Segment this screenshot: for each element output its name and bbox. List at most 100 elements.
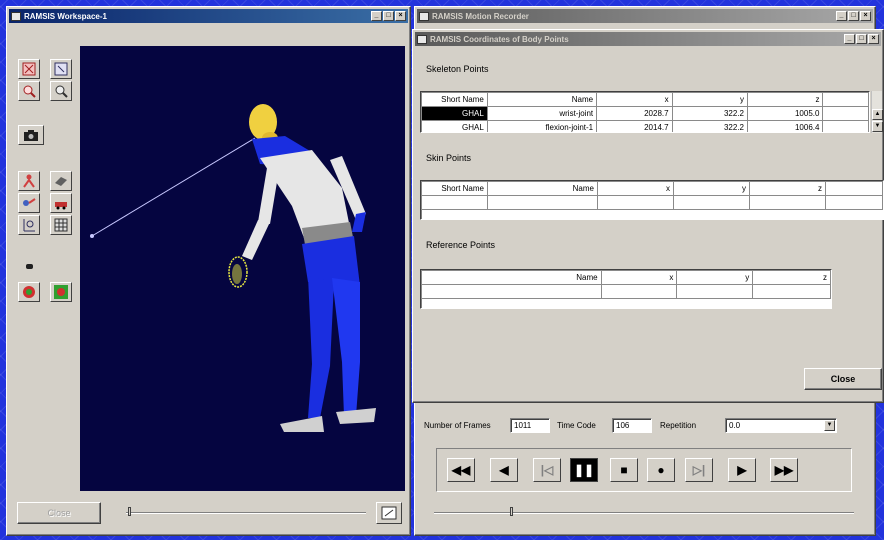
workspace-close-button[interactable]: Close	[17, 502, 101, 524]
motion-recorder-titlebar[interactable]: RAMSIS Motion Recorder _ □ ×	[417, 9, 873, 23]
workspace-slider-track[interactable]	[126, 512, 366, 514]
scroll-up-button[interactable]: ▲	[872, 109, 883, 120]
workspace-slider-thumb[interactable]	[128, 507, 131, 516]
sphere-color-icon	[23, 286, 35, 298]
stop-button[interactable]: ■	[610, 458, 638, 482]
fast-forward-button[interactable]: ▶▶	[770, 458, 798, 482]
workspace-title: RAMSIS Workspace-1	[24, 11, 107, 21]
frames-field[interactable]: 1011	[510, 418, 550, 433]
color-green-button[interactable]	[50, 282, 72, 302]
object-button[interactable]	[50, 171, 72, 191]
maximize-button[interactable]: □	[383, 11, 394, 21]
posture-button[interactable]	[18, 193, 40, 213]
minimize-button[interactable]: _	[836, 11, 847, 21]
zoom-window-button[interactable]	[50, 59, 72, 79]
column-header[interactable]: z	[749, 181, 826, 196]
minimize-button[interactable]: _	[371, 11, 382, 21]
table-cell[interactable]	[597, 195, 674, 210]
table-cell[interactable]	[421, 195, 488, 210]
table-cell[interactable]: 322.2	[671, 120, 748, 132]
table-cell[interactable]: flexion-joint-1	[486, 120, 598, 132]
skip-end-button[interactable]: ▷|	[685, 458, 713, 482]
close-window-button[interactable]: ×	[860, 11, 871, 21]
column-header[interactable]: Short Name	[421, 92, 488, 107]
column-header[interactable]: z	[752, 270, 831, 285]
column-header[interactable]: y	[673, 181, 750, 196]
column-header[interactable]: Short Name	[421, 181, 488, 196]
zoom-out-button[interactable]	[50, 81, 72, 101]
skin-points-table[interactable]: Short Name Name x y z	[420, 180, 884, 220]
column-header[interactable]: y	[671, 92, 748, 107]
table-row[interactable]	[421, 195, 883, 210]
step-back-button[interactable]: ◀	[490, 458, 518, 482]
table-cell[interactable]	[673, 195, 750, 210]
table-cell[interactable]	[752, 284, 831, 299]
manikin-button[interactable]	[18, 171, 40, 191]
column-header[interactable]: x	[600, 270, 678, 285]
table-cell[interactable]	[676, 284, 754, 299]
dropdown-arrow-icon[interactable]: ▼	[824, 420, 835, 431]
step-back-icon: ◀	[499, 463, 509, 477]
table-row[interactable]: GHAL flexion-joint-1 2014.7 322.2 1006.4	[421, 120, 869, 132]
empty-cell	[822, 120, 869, 132]
minimize-button[interactable]: _	[844, 34, 855, 44]
coordinates-close-label: Close	[830, 374, 856, 384]
3d-viewport[interactable]	[80, 46, 405, 491]
table-header-row: Short Name Name x y z	[421, 92, 869, 107]
table-cell[interactable]: GHAL	[421, 106, 488, 121]
maximize-button[interactable]: □	[856, 34, 867, 44]
table-cell[interactable]: 322.2	[671, 106, 748, 121]
expand-view-button[interactable]	[376, 502, 402, 524]
select-tool-button[interactable]	[18, 59, 40, 79]
recorder-slider-track[interactable]	[434, 512, 854, 514]
column-header[interactable]: x	[596, 92, 673, 107]
coordinates-titlebar[interactable]: RAMSIS Coordinates of Body Points _ □ ×	[415, 32, 881, 46]
scroll-down-button[interactable]: ▼	[872, 121, 883, 132]
coordinates-close-button[interactable]: Close	[804, 368, 882, 390]
table-cell[interactable]: 1006.4	[746, 120, 824, 132]
rewind-button[interactable]: ◀◀	[447, 458, 475, 482]
recorder-slider-thumb[interactable]	[510, 507, 513, 516]
skip-start-button[interactable]: |◁	[533, 458, 561, 482]
column-header[interactable]: y	[676, 270, 754, 285]
car-button[interactable]	[50, 193, 72, 213]
table-row[interactable]: GHAL wrist-joint 2028.7 322.2 1005.0	[421, 106, 869, 121]
zoom-out-icon	[55, 85, 68, 98]
column-header[interactable]: Name	[486, 92, 598, 107]
table-cell[interactable]	[749, 195, 826, 210]
skeleton-points-table[interactable]: Short Name Name x y z GHAL wrist-joint 2…	[420, 91, 870, 133]
pause-button[interactable]: ❚❚	[570, 458, 598, 482]
color-red-button[interactable]	[18, 282, 40, 302]
column-header[interactable]: Name	[421, 270, 602, 285]
analysis-button[interactable]	[18, 215, 40, 235]
zoom-in-button[interactable]	[18, 81, 40, 101]
table-cell[interactable]: 2028.7	[596, 106, 673, 121]
table-cell[interactable]	[600, 284, 678, 299]
timecode-field[interactable]: 106	[612, 418, 652, 433]
manikin-figure	[90, 104, 376, 432]
table-cell[interactable]: 1005.0	[746, 106, 824, 121]
record-button[interactable]: ●	[647, 458, 675, 482]
skeleton-scrollbar[interactable]: ▲ ▼	[871, 91, 883, 133]
maximize-button[interactable]: □	[848, 11, 859, 21]
table-cell[interactable]	[487, 195, 598, 210]
table-row[interactable]	[421, 284, 831, 299]
table-cell[interactable]: GHAL	[421, 120, 488, 132]
manikin-icon	[23, 174, 35, 188]
grid-button[interactable]	[50, 215, 72, 235]
column-header[interactable]: x	[597, 181, 674, 196]
repetition-select[interactable]: 0.0 ▼	[725, 418, 837, 433]
camera-icon	[24, 130, 38, 141]
workspace-titlebar[interactable]: RAMSIS Workspace-1 _ □ ×	[9, 9, 408, 23]
table-cell[interactable]	[421, 284, 602, 299]
table-cell[interactable]: wrist-joint	[486, 106, 598, 121]
table-cell[interactable]: 2014.7	[596, 120, 673, 132]
close-window-button[interactable]: ×	[868, 34, 879, 44]
camera-button[interactable]	[18, 125, 44, 145]
close-window-button[interactable]: ×	[395, 11, 406, 21]
play-button[interactable]: ▶	[728, 458, 756, 482]
reference-points-table[interactable]: Name x y z	[420, 269, 832, 309]
column-header[interactable]: Name	[487, 181, 598, 196]
skin-points-label: Skin Points	[426, 153, 472, 163]
column-header[interactable]: z	[746, 92, 824, 107]
